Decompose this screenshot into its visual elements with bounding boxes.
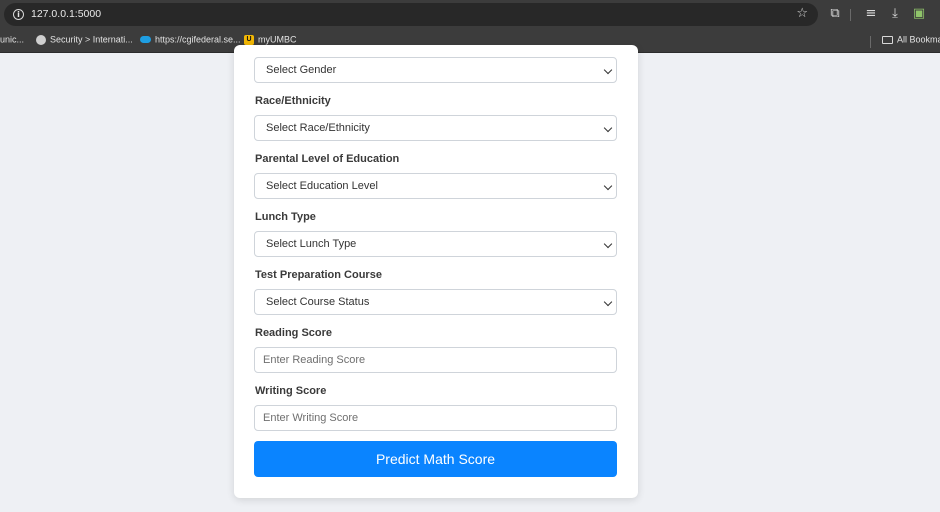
lunch-select[interactable]: Select Lunch Type [254,231,617,257]
reading-score-input[interactable] [254,347,617,373]
bookmarks-divider [870,36,871,48]
gender-select[interactable]: Select Gender [254,57,617,83]
chevron-down-icon [603,65,613,75]
chevron-down-icon [603,239,613,249]
education-label: Parental Level of Education [255,153,400,165]
bookmark-star-icon[interactable]: ☆ [796,6,808,22]
browser-toolbar: i 127.0.0.1:5000 ☆ ⧉ ≡ ⤓ ▣ [0,0,940,29]
lunch-label: Lunch Type [255,211,316,223]
toolbar-divider [850,9,851,21]
education-select[interactable]: Select Education Level [254,173,617,199]
chevron-down-icon [603,297,613,307]
race-select[interactable]: Select Race/Ethnicity [254,115,617,141]
predict-button[interactable]: Predict Math Score [254,441,617,477]
download-icon[interactable]: ⤓ [887,6,903,22]
writing-score-input[interactable] [254,405,617,431]
profile-avatar-icon[interactable]: ▣ [911,6,927,22]
address-bar[interactable]: i 127.0.0.1:5000 ☆ [4,3,818,26]
reading-list-icon[interactable]: ≡ [863,6,879,22]
prep-course-select[interactable]: Select Course Status [254,289,617,315]
prep-course-label: Test Preparation Course [255,269,382,281]
cloud-icon [140,36,151,44]
bookmark-item[interactable]: https://cgifederal.se... [140,34,241,45]
site-info-icon[interactable]: i [13,9,24,20]
chevron-down-icon [603,123,613,133]
umbc-icon: U [244,34,254,45]
writing-score-label: Writing Score [255,385,327,397]
chevron-down-icon [603,181,613,191]
all-bookmarks-button[interactable]: All Bookma [882,34,940,45]
folder-icon [882,35,893,44]
reading-score-label: Reading Score [255,327,333,339]
extensions-icon[interactable]: ⧉ [827,6,843,22]
race-label: Race/Ethnicity [255,95,331,107]
url-text[interactable]: 127.0.0.1:5000 [31,8,101,20]
bookmark-item[interactable]: Security > Internati... [36,34,133,45]
bookmark-item[interactable]: UmyUMBC [244,34,297,45]
bookmark-item[interactable]: unic... [0,34,24,45]
globe-icon [36,34,46,45]
